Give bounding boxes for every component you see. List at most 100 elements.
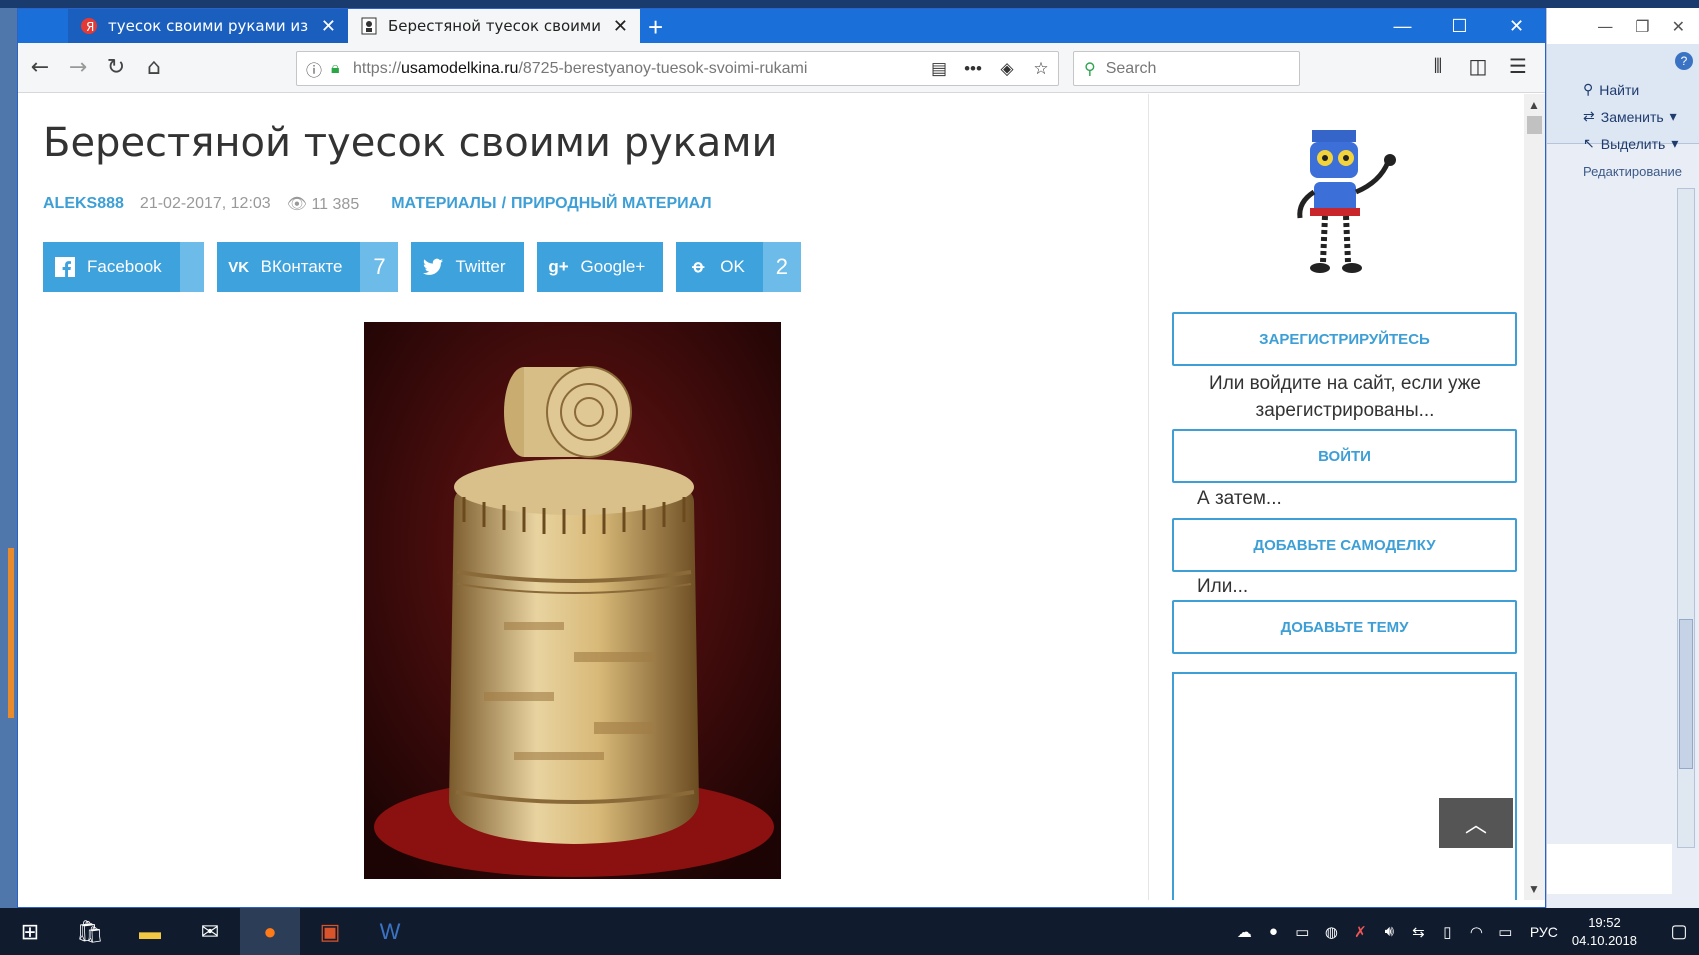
or-text: Или... bbox=[1197, 576, 1249, 597]
mail-icon[interactable]: ✉ bbox=[180, 908, 240, 955]
category-separator: / bbox=[501, 195, 507, 212]
language-indicator[interactable]: РУС bbox=[1530, 924, 1558, 940]
windows-taskbar: ⊞ 🛍︎ ▬ ✉ ● ▣ W ☁ ● ▭ ◍ ✗ 🔊︎ ⇆ ▯ ◠ ▭ РУС … bbox=[0, 908, 1699, 955]
share-ok-button[interactable]: ꝋ OK 2 bbox=[676, 242, 801, 292]
page-scrollbar-thumb[interactable] bbox=[1527, 116, 1542, 134]
svg-text:Я: Я bbox=[86, 20, 94, 34]
scroll-to-top-button[interactable]: ︿ bbox=[1439, 798, 1513, 848]
tab-bar: Я туесок своими руками из бер ✕ Берестян… bbox=[18, 9, 1545, 43]
tray-app-icon[interactable]: ● bbox=[1259, 923, 1288, 940]
help-icon[interactable]: ? bbox=[1675, 52, 1693, 70]
chevron-up-icon: ︿ bbox=[1464, 812, 1487, 837]
article-photo-birch-box bbox=[364, 322, 781, 879]
lock-icon: 🔒︎ bbox=[331, 59, 340, 77]
background-window-edge bbox=[0, 8, 17, 908]
restore-icon[interactable]: ❐ bbox=[1635, 17, 1649, 36]
ribbon-group-label: Редактирование bbox=[1583, 164, 1683, 179]
tray-app-icon[interactable]: ◍ bbox=[1317, 923, 1346, 941]
store-icon[interactable]: 🛍︎ bbox=[60, 908, 120, 955]
maximize-icon[interactable]: ☐ bbox=[1431, 9, 1488, 43]
reload-button[interactable]: ↻ bbox=[102, 54, 130, 82]
close-icon[interactable]: ✕ bbox=[613, 16, 628, 37]
window-controls: — ☐ ✕ bbox=[1374, 9, 1545, 43]
clock[interactable]: 19:52 04.10.2018 bbox=[1572, 914, 1637, 950]
tab-search[interactable]: Я туесок своими руками из бер ✕ bbox=[68, 9, 348, 43]
battery-icon[interactable]: ▭ bbox=[1491, 923, 1520, 941]
share-facebook-button[interactable]: Facebook bbox=[43, 242, 204, 292]
replace-button[interactable]: ⇄ Заменить ▾ bbox=[1583, 103, 1699, 130]
googleplus-icon: g+ bbox=[548, 257, 569, 276]
yandex-icon: Я bbox=[81, 18, 97, 34]
search-icon: ⚲ bbox=[1084, 60, 1096, 78]
tray-monitor-icon[interactable]: ▭ bbox=[1288, 923, 1317, 941]
add-topic-button[interactable]: ДОБАВЬТЕ ТЕМУ bbox=[1172, 600, 1517, 654]
ok-icon: ꝋ bbox=[692, 257, 705, 276]
word-scrollbar[interactable] bbox=[1677, 188, 1695, 848]
scroll-down-icon[interactable]: ▼ bbox=[1528, 882, 1540, 896]
login-button[interactable]: ВОЙТИ bbox=[1172, 429, 1517, 483]
system-tray: ☁ ● ▭ ◍ ✗ 🔊︎ ⇆ ▯ ◠ ▭ РУС 19:52 04.10.201… bbox=[1230, 908, 1699, 955]
forward-button[interactable]: → bbox=[64, 54, 92, 82]
info-icon[interactable]: ⓘ bbox=[297, 57, 331, 81]
share-twitter-button[interactable]: Twitter bbox=[411, 242, 524, 292]
tray-app-icon[interactable]: ✗ bbox=[1346, 923, 1375, 941]
find-button[interactable]: ⚲ Найти bbox=[1583, 76, 1699, 103]
author-link[interactable]: ALEKS888 bbox=[43, 195, 124, 213]
views-count: 👁︎ 11 385 bbox=[286, 196, 360, 213]
share-googleplus-button[interactable]: g+ Google+ bbox=[536, 242, 664, 292]
windows-start-icon[interactable]: ⊞ bbox=[0, 908, 60, 955]
then-text: А затем... bbox=[1197, 488, 1282, 509]
close-icon[interactable]: ✕ bbox=[1672, 17, 1685, 36]
category-link-natural[interactable]: ПРИРОДНЫЙ МАТЕРИАЛ bbox=[511, 195, 712, 213]
article-meta: ALEKS888 21-02-2017, 12:03 👁︎ 11 385 МАТ… bbox=[43, 194, 1133, 214]
article-main: Берестяной туесок своими руками ALEKS888… bbox=[43, 94, 1133, 292]
article-title: Берестяной туесок своими руками bbox=[43, 120, 778, 166]
firefox-window: Я туесок своими руками из бер ✕ Берестян… bbox=[17, 8, 1546, 908]
add-craft-button[interactable]: ДОБАВЬТЕ САМОДЕЛКУ bbox=[1172, 518, 1517, 572]
home-button[interactable]: ⌂ bbox=[140, 54, 168, 82]
minimize-icon[interactable]: — bbox=[1597, 17, 1613, 36]
twitter-icon bbox=[423, 257, 444, 277]
share-vk-button[interactable]: VK ВКонтакте 7 bbox=[216, 242, 399, 292]
url-text[interactable]: https://usamodelkina.ru/8725-berestyanoy… bbox=[353, 60, 922, 78]
login-hint-text: Или войдите на сайт, если уже зарегистри… bbox=[1209, 373, 1481, 421]
usb-icon[interactable]: ▯ bbox=[1433, 923, 1462, 941]
minimize-icon[interactable]: — bbox=[1374, 9, 1431, 43]
binoculars-icon: ⚲ bbox=[1583, 81, 1594, 97]
page-content: Берестяной туесок своими руками ALEKS888… bbox=[18, 94, 1525, 900]
menu-icon[interactable]: ☰ bbox=[1503, 54, 1533, 78]
url-bar[interactable]: ⓘ 🔒︎ https://usamodelkina.ru/8725-berest… bbox=[296, 51, 1059, 86]
file-explorer-icon[interactable]: ▬ bbox=[120, 908, 180, 955]
page-scrollbar[interactable]: ▲ ▼ bbox=[1524, 94, 1545, 900]
firefox-icon[interactable]: ● bbox=[240, 908, 300, 955]
new-tab-button[interactable]: + bbox=[648, 12, 663, 43]
word-document-area bbox=[1547, 844, 1672, 894]
close-icon[interactable]: ✕ bbox=[1488, 9, 1545, 43]
sidebar-icon[interactable]: ◫ bbox=[1463, 54, 1493, 78]
facebook-icon bbox=[55, 257, 75, 277]
category-link-materials[interactable]: МАТЕРИАЛЫ bbox=[391, 195, 496, 213]
register-button[interactable]: ЗАРЕГИСТРИРУЙТЕСЬ bbox=[1172, 312, 1517, 366]
pocket-icon[interactable]: ◈ bbox=[990, 59, 1024, 79]
reader-view-icon[interactable]: ▤ bbox=[922, 59, 956, 79]
tray-app-icon[interactable]: ⇆ bbox=[1404, 923, 1433, 941]
search-input[interactable]: ⚲ Search bbox=[1073, 51, 1300, 86]
robot-mascot-image bbox=[1297, 130, 1396, 273]
scrollbar-thumb[interactable] bbox=[1679, 619, 1693, 769]
word-icon[interactable]: W bbox=[360, 908, 420, 955]
library-icon[interactable]: ⫴ bbox=[1423, 54, 1453, 78]
close-icon[interactable]: ✕ bbox=[321, 16, 336, 37]
select-button[interactable]: ↖ Выделить ▾ bbox=[1583, 130, 1699, 157]
eye-icon: 👁︎ bbox=[286, 196, 308, 213]
bookmark-star-icon[interactable]: ☆ bbox=[1024, 59, 1058, 79]
scroll-up-icon[interactable]: ▲ bbox=[1528, 98, 1540, 112]
notification-icon[interactable]: ▢ bbox=[1659, 921, 1699, 942]
page-actions-icon[interactable]: ••• bbox=[956, 59, 990, 79]
powerpoint-icon[interactable]: ▣ bbox=[300, 908, 360, 955]
wifi-icon[interactable]: ◠ bbox=[1462, 923, 1491, 941]
back-button[interactable]: ← bbox=[26, 54, 54, 82]
cloud-icon[interactable]: ☁ bbox=[1230, 923, 1259, 941]
tab-article[interactable]: Берестяной туесок своими ру ✕ bbox=[348, 9, 640, 43]
replace-icon: ⇄ bbox=[1583, 108, 1595, 124]
volume-icon[interactable]: 🔊︎ bbox=[1375, 923, 1404, 940]
